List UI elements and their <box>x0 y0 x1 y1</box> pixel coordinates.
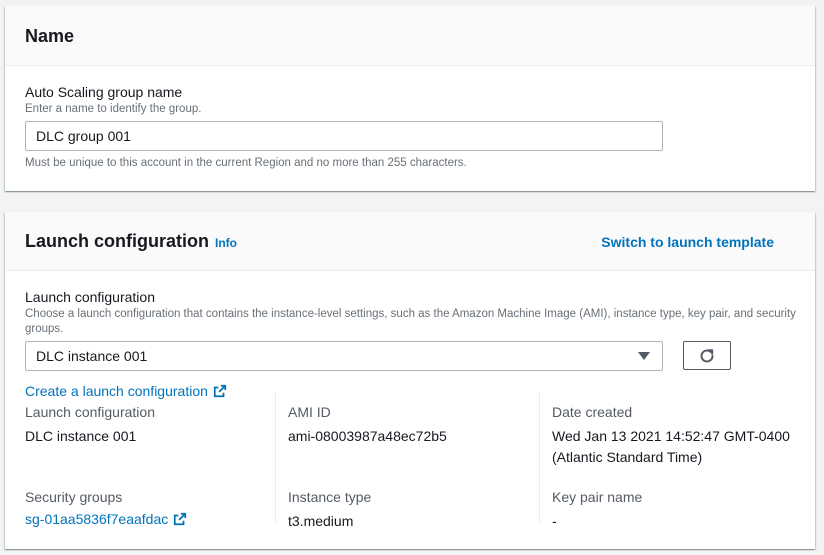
asg-name-label: Auto Scaling group name <box>25 84 183 100</box>
caret-down-icon <box>638 352 650 360</box>
security-group-value: sg-01aa5836f7eaafdac <box>25 511 169 527</box>
detail-date-created-label: Date created <box>552 404 633 420</box>
launch-configuration-description: Choose a launch configuration that conta… <box>25 308 796 335</box>
launch-configuration-selected: DLC instance 001 <box>36 348 148 364</box>
detail-security-groups-label: Security groups <box>25 489 123 505</box>
detail-date-created-value-line1: Wed Jan 13 2021 14:52:47 GMT-0400 <box>552 428 790 444</box>
launch-panel-title: Launch configuration <box>25 231 209 251</box>
switch-to-launch-template-button[interactable]: Switch to launch template <box>601 234 774 250</box>
launch-panel-header: Launch configuration Info Switch to laun… <box>5 212 815 271</box>
refresh-icon <box>700 348 714 362</box>
detail-key-pair-value: - <box>552 513 557 529</box>
detail-date-created-value-line2: (Atlantic Standard Time) <box>552 449 703 465</box>
detail-launch-configuration-label: Launch configuration <box>25 404 155 420</box>
detail-ami-id-label: AMI ID <box>288 404 331 420</box>
detail-instance-type-label: Instance type <box>288 489 372 505</box>
launch-configuration-select[interactable]: DLC instance 001 <box>25 341 663 371</box>
name-panel-header: Name <box>5 6 815 66</box>
create-launch-configuration-label: Create a launch configuration <box>25 383 208 399</box>
security-group-link[interactable]: sg-01aa5836f7eaafdac <box>25 511 187 527</box>
create-launch-configuration-link[interactable]: Create a launch configuration <box>25 383 227 399</box>
detail-instance-type-value: t3.medium <box>288 513 354 529</box>
external-link-icon <box>174 512 187 526</box>
info-link[interactable]: Info <box>215 236 237 250</box>
asg-name-description: Enter a name to identify the group. <box>25 103 202 115</box>
column-divider <box>539 392 540 523</box>
launch-configuration-label: Launch configuration <box>25 289 155 305</box>
asg-name-input[interactable] <box>25 121 663 151</box>
name-panel: Name Auto Scaling group name Enter a nam… <box>5 6 815 191</box>
detail-key-pair-label: Key pair name <box>552 489 643 505</box>
name-panel-title: Name <box>25 26 75 46</box>
asg-name-constraint: Must be unique to this account in the cu… <box>25 157 467 169</box>
detail-launch-configuration-value: DLC instance 001 <box>25 428 137 444</box>
refresh-button[interactable] <box>683 341 731 370</box>
launch-configuration-panel: Launch configuration Info Switch to laun… <box>5 212 815 549</box>
external-link-icon <box>213 384 227 398</box>
column-divider <box>275 392 276 523</box>
detail-ami-id-value: ami-08003987a48ec72b5 <box>288 428 447 444</box>
